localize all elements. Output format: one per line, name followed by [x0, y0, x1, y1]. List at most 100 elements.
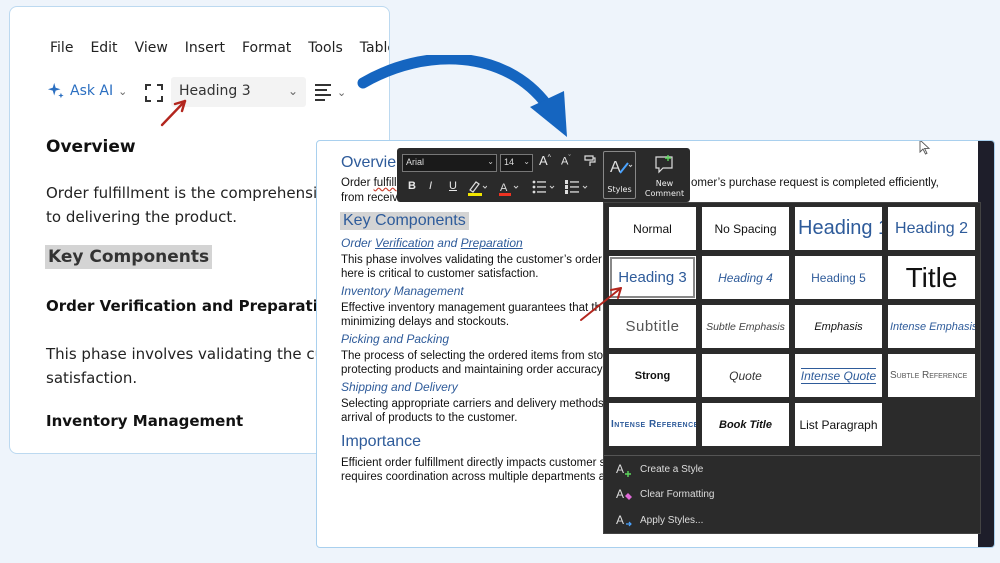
font-color-icon: A: [499, 182, 519, 196]
menu-view[interactable]: View: [135, 40, 168, 56]
ask-ai-label: Ask AI: [70, 83, 114, 99]
menu-file[interactable]: File: [50, 40, 73, 56]
doc-heading-order-verification: Order Verification and Preparation: [46, 297, 339, 315]
doc-paragraph-line: requires coordination across multiple de…: [341, 471, 605, 483]
style-tile-intense-emphasis[interactable]: Intense Emphasis: [888, 305, 975, 348]
styles-icon: A: [610, 159, 633, 176]
doc-heading-inventory: Inventory Management: [46, 412, 244, 430]
style-tile-book-title[interactable]: Book Title: [702, 403, 789, 446]
doc-heading-inventory: Inventory Management: [341, 284, 464, 298]
doc-paragraph-line: omer’s purchase request is completed eff…: [691, 177, 939, 189]
bullets-button[interactable]: [532, 180, 558, 199]
doc-paragraph-line: This phase involves validating the custo…: [341, 254, 603, 266]
svg-text:A: A: [500, 182, 508, 194]
apply-styles-icon: A: [616, 513, 632, 527]
style-tile-no-spacing[interactable]: No Spacing: [702, 207, 789, 250]
style-tile-list-paragraph[interactable]: List Paragraph: [795, 403, 882, 446]
style-tile-subtle-emphasis[interactable]: Subtle Emphasis: [702, 305, 789, 348]
doc-paragraph-line: protecting products and maintaining orde…: [341, 364, 603, 376]
menu-edit[interactable]: Edit: [90, 40, 117, 56]
chevron-down-icon: ⌄: [337, 86, 347, 99]
doc-heading-picking: Picking and Packing: [341, 332, 450, 346]
highlighter-icon: [468, 181, 488, 196]
doc-heading-key-components: Key Components: [340, 212, 469, 230]
style-tile-subtle-reference[interactable]: Subtle Reference: [888, 354, 975, 397]
menu-bar: File Edit View Insert Format Tools Table: [50, 40, 389, 56]
style-tile-heading-4[interactable]: Heading 4: [702, 256, 789, 299]
doc-paragraph-line: arrival of products to the customer.: [341, 412, 518, 424]
editor-toolbar: Ask AI ⌄ Heading 3 ⌄ ⌄: [47, 77, 389, 113]
doc-paragraph-line: to delivering the product.: [46, 208, 237, 226]
chevron-down-icon: ⌄: [118, 84, 128, 98]
underline-button[interactable]: U: [449, 180, 457, 192]
bold-button[interactable]: B: [408, 180, 416, 192]
font-family-select[interactable]: Arial ⌄: [402, 154, 497, 172]
numbering-button[interactable]: [565, 180, 591, 199]
styles-gallery: Normal No Spacing Heading 1 Heading 2 He…: [603, 202, 981, 534]
pointer-arrow-icon: [160, 99, 187, 127]
new-comment-button[interactable]: New Comment: [641, 151, 688, 199]
doc-paragraph-line: minimizing delays and stockouts.: [341, 316, 510, 328]
styles-button[interactable]: A Styles: [603, 151, 636, 199]
doc-paragraph-line: The process of selecting the ordered ite…: [341, 350, 604, 362]
doc-paragraph-line: here is critical to customer satisfactio…: [341, 268, 539, 280]
doc-heading-importance: Importance: [341, 433, 422, 450]
paragraph-style-select[interactable]: Heading 3 ⌄: [171, 77, 306, 107]
styles-label: Styles: [607, 185, 632, 194]
doc-heading-key-components: Key Components: [45, 245, 213, 269]
doc-heading-overview: Overview: [46, 137, 136, 157]
align-button[interactable]: ⌄: [315, 84, 346, 101]
style-tile-intense-quote[interactable]: Intense Quote: [795, 354, 882, 397]
mouse-pointer-icon: [919, 141, 931, 155]
create-style-command[interactable]: A Create a Style: [616, 461, 703, 477]
doc-paragraph-line: satisfaction.: [46, 369, 138, 387]
grow-font-icon[interactable]: A^: [539, 153, 551, 168]
highlight-button[interactable]: [467, 179, 488, 197]
comment-icon: [655, 155, 673, 174]
bullet-list-icon: [532, 180, 555, 194]
style-tile-heading-5[interactable]: Heading 5: [795, 256, 882, 299]
new-comment-label: New Comment: [644, 179, 685, 198]
align-left-icon: [315, 84, 331, 101]
font-size-select[interactable]: 14 ⌄: [500, 154, 533, 172]
doc-paragraph-line: Order fulfillment is the comprehensiv: [46, 184, 326, 202]
doc-heading-shipping: Shipping and Delivery: [341, 380, 458, 394]
doc-paragraph-line: from receiv: [341, 192, 398, 204]
style-tile-normal[interactable]: Normal: [609, 207, 696, 250]
doc-paragraph-line: This phase involves validating the cus: [46, 345, 332, 363]
style-tile-emphasis[interactable]: Emphasis: [795, 305, 882, 348]
sparkle-icon: [47, 82, 64, 99]
ask-ai-button[interactable]: Ask AI ⌄: [47, 82, 127, 100]
svg-text:A: A: [616, 487, 624, 501]
style-tile-intense-reference[interactable]: Intense Reference: [609, 403, 696, 446]
floating-format-toolbar: Arial ⌄ 14 ⌄ A^ Aˇ B I U A A Styles New …: [397, 148, 690, 202]
doc-heading-overview: Overvie: [341, 154, 397, 171]
doc-paragraph-line: Effective inventory management guarantee…: [341, 302, 601, 314]
font-color-button[interactable]: A: [498, 179, 520, 197]
format-painter-icon[interactable]: [583, 154, 597, 168]
create-style-icon: A: [616, 462, 631, 477]
doc-paragraph-line: Efficient order fulfillment directly imp…: [341, 457, 606, 469]
style-tile-title[interactable]: Title: [888, 256, 975, 299]
style-tile-heading-1[interactable]: Heading 1: [795, 207, 882, 250]
transition-arrow-icon: [357, 55, 567, 137]
menu-table[interactable]: Table: [360, 40, 389, 56]
clear-formatting-command[interactable]: A Clear Formatting: [616, 486, 714, 502]
svg-text:A: A: [610, 159, 621, 176]
pointer-arrow-icon: [580, 287, 622, 321]
shrink-font-icon[interactable]: Aˇ: [561, 155, 571, 168]
apply-styles-command[interactable]: A Apply Styles...: [616, 512, 703, 528]
style-tile-heading-2[interactable]: Heading 2: [888, 207, 975, 250]
menu-tools[interactable]: Tools: [308, 40, 343, 56]
chevron-down-icon: ⌄: [287, 84, 298, 98]
numbered-list-icon: [565, 180, 588, 194]
menu-format[interactable]: Format: [242, 40, 291, 56]
menu-insert[interactable]: Insert: [185, 40, 225, 56]
style-tile-quote[interactable]: Quote: [702, 354, 789, 397]
style-tile-strong[interactable]: Strong: [609, 354, 696, 397]
svg-text:A: A: [616, 513, 624, 527]
doc-heading-order-verification: Order Verification and Preparation: [341, 236, 523, 250]
italic-button[interactable]: I: [429, 180, 432, 192]
gallery-divider: [604, 455, 980, 456]
clear-formatting-icon: A: [616, 487, 632, 501]
